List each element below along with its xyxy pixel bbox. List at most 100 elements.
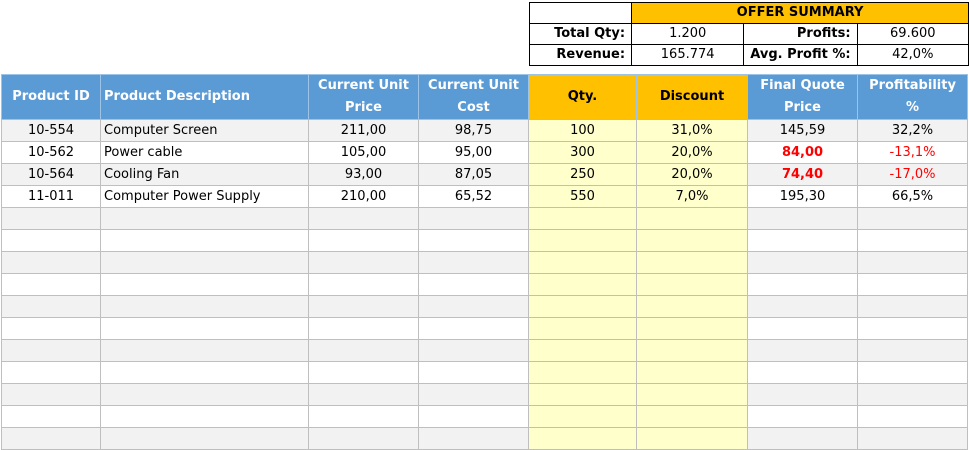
cell-final-quote-price[interactable]: 84,00: [747, 141, 858, 164]
cell-empty[interactable]: [1, 207, 101, 230]
cell-empty[interactable]: [100, 207, 309, 230]
cell-discount[interactable]: [636, 361, 748, 384]
cell-current-unit-cost[interactable]: 87,05: [418, 163, 529, 186]
cell-empty[interactable]: [100, 295, 309, 318]
header-product-description[interactable]: Product Description: [100, 74, 309, 120]
cell-empty[interactable]: [857, 317, 968, 340]
cell-discount[interactable]: [636, 207, 748, 230]
cell-empty[interactable]: [857, 207, 968, 230]
total-qty-value[interactable]: 1.200: [631, 23, 745, 45]
cell-empty[interactable]: [857, 295, 968, 318]
cell-product-id[interactable]: 10-554: [1, 119, 101, 142]
cell-empty[interactable]: [857, 339, 968, 362]
header-discount[interactable]: Discount: [636, 74, 748, 120]
cell-product-description[interactable]: Computer Power Supply: [100, 185, 309, 208]
avg-profit-value[interactable]: 42,0%: [856, 44, 969, 66]
cell-product-description[interactable]: Cooling Fan: [100, 163, 309, 186]
cell-empty[interactable]: [418, 361, 529, 384]
cell-qty[interactable]: [528, 339, 637, 362]
cell-profitability[interactable]: 32,2%: [857, 119, 968, 142]
cell-empty[interactable]: [747, 361, 858, 384]
cell-profitability[interactable]: -13,1%: [857, 141, 968, 164]
cell-empty[interactable]: [1, 383, 101, 406]
cell-empty[interactable]: [100, 251, 309, 274]
cell-empty[interactable]: [857, 383, 968, 406]
cell-empty[interactable]: [100, 273, 309, 296]
cell-empty[interactable]: [747, 295, 858, 318]
cell-current-unit-price[interactable]: 211,00: [308, 119, 419, 142]
cell-current-unit-cost[interactable]: 98,75: [418, 119, 529, 142]
cell-qty[interactable]: 250: [528, 163, 637, 186]
cell-discount[interactable]: 20,0%: [636, 163, 748, 186]
cell-qty[interactable]: [528, 273, 637, 296]
cell-empty[interactable]: [308, 405, 419, 428]
cell-qty[interactable]: [528, 361, 637, 384]
cell-empty[interactable]: [418, 405, 529, 428]
cell-qty[interactable]: [528, 383, 637, 406]
cell-empty[interactable]: [1, 361, 101, 384]
cell-empty[interactable]: [1, 317, 101, 340]
cell-discount[interactable]: [636, 295, 748, 318]
cell-empty[interactable]: [747, 317, 858, 340]
cell-qty[interactable]: [528, 251, 637, 274]
cell-product-id[interactable]: 11-011: [1, 185, 101, 208]
cell-empty[interactable]: [100, 229, 309, 252]
cell-product-description[interactable]: Power cable: [100, 141, 309, 164]
cell-empty[interactable]: [308, 273, 419, 296]
cell-empty[interactable]: [1, 273, 101, 296]
cell-current-unit-price[interactable]: 105,00: [308, 141, 419, 164]
cell-discount[interactable]: 31,0%: [636, 119, 748, 142]
cell-empty[interactable]: [308, 251, 419, 274]
cell-empty[interactable]: [747, 207, 858, 230]
cell-empty[interactable]: [857, 273, 968, 296]
header-final-quote-price[interactable]: Final Quote Price: [747, 74, 858, 120]
cell-empty[interactable]: [418, 229, 529, 252]
cell-empty[interactable]: [1, 427, 101, 450]
cell-qty[interactable]: 300: [528, 141, 637, 164]
cell-empty[interactable]: [418, 317, 529, 340]
cell-empty[interactable]: [747, 229, 858, 252]
cell-empty[interactable]: [308, 383, 419, 406]
cell-empty[interactable]: [308, 361, 419, 384]
cell-empty[interactable]: [747, 427, 858, 450]
cell-empty[interactable]: [747, 405, 858, 428]
cell-discount[interactable]: [636, 427, 748, 450]
cell-profitability[interactable]: 66,5%: [857, 185, 968, 208]
header-current-unit-cost[interactable]: Current Unit Cost: [418, 74, 529, 120]
cell-empty[interactable]: [308, 427, 419, 450]
cell-empty[interactable]: [100, 317, 309, 340]
cell-discount[interactable]: 20,0%: [636, 141, 748, 164]
cell-empty[interactable]: [308, 339, 419, 362]
cell-empty[interactable]: [100, 427, 309, 450]
cell-discount[interactable]: [636, 339, 748, 362]
cell-empty[interactable]: [100, 361, 309, 384]
cell-empty[interactable]: [308, 317, 419, 340]
cell-discount[interactable]: [636, 317, 748, 340]
cell-qty[interactable]: 100: [528, 119, 637, 142]
cell-discount[interactable]: [636, 383, 748, 406]
header-current-unit-price[interactable]: Current Unit Price: [308, 74, 419, 120]
cell-empty[interactable]: [418, 251, 529, 274]
cell-empty[interactable]: [308, 229, 419, 252]
cell-empty[interactable]: [857, 251, 968, 274]
cell-empty[interactable]: [418, 427, 529, 450]
cell-empty[interactable]: [418, 383, 529, 406]
cell-current-unit-cost[interactable]: 95,00: [418, 141, 529, 164]
cell-empty[interactable]: [857, 361, 968, 384]
cell-profitability[interactable]: -17,0%: [857, 163, 968, 186]
header-qty[interactable]: Qty.: [528, 74, 637, 120]
cell-discount[interactable]: [636, 405, 748, 428]
cell-empty[interactable]: [100, 383, 309, 406]
cell-qty[interactable]: 550: [528, 185, 637, 208]
cell-empty[interactable]: [1, 251, 101, 274]
cell-final-quote-price[interactable]: 195,30: [747, 185, 858, 208]
cell-final-quote-price[interactable]: 145,59: [747, 119, 858, 142]
cell-empty[interactable]: [418, 295, 529, 318]
cell-product-id[interactable]: 10-562: [1, 141, 101, 164]
cell-empty[interactable]: [747, 273, 858, 296]
cell-current-unit-price[interactable]: 210,00: [308, 185, 419, 208]
cell-empty[interactable]: [857, 229, 968, 252]
header-profitability[interactable]: Profitability%: [857, 74, 968, 120]
cell-discount[interactable]: [636, 229, 748, 252]
cell-empty[interactable]: [418, 339, 529, 362]
